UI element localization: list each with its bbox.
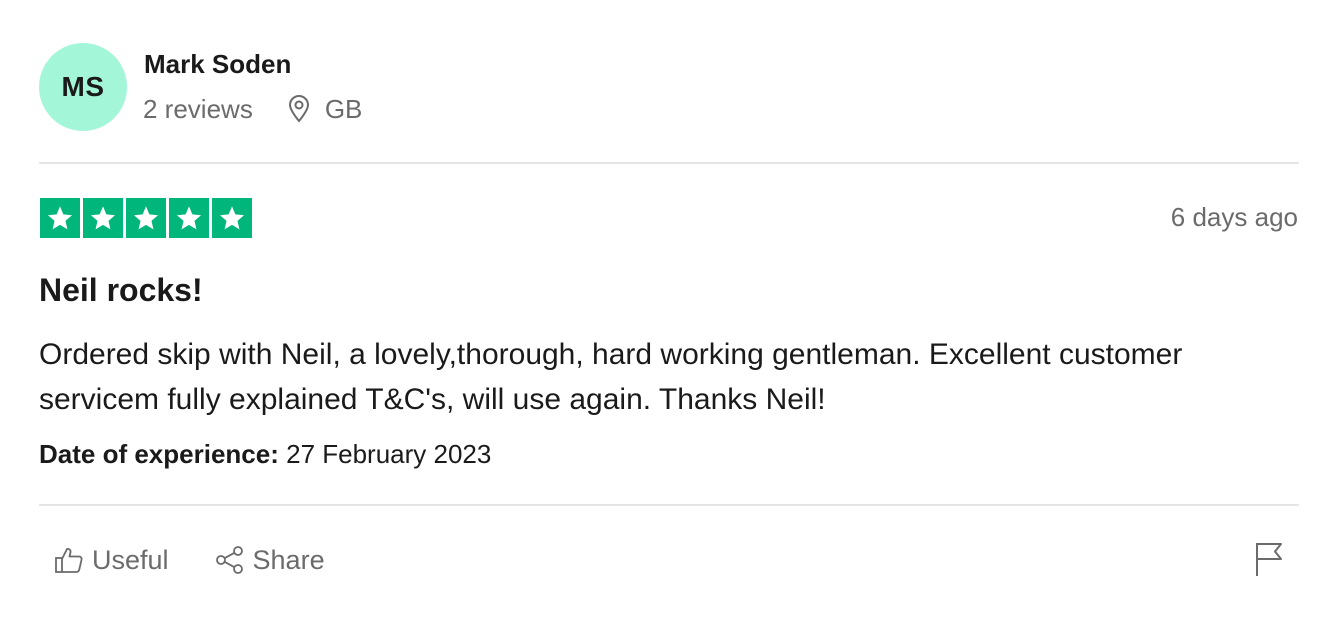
experience-label: Date of experience: — [39, 439, 279, 469]
star-icon — [83, 198, 123, 238]
review-card: MS Mark Soden 2 reviews GB 6 days ago Ne… — [39, 0, 1299, 620]
experience-date: 27 February 2023 — [286, 439, 492, 469]
location-text: GB — [324, 93, 363, 124]
date-of-experience: Date of experience: 27 February 2023 — [39, 439, 491, 470]
share-icon — [215, 546, 243, 574]
star-rating — [40, 198, 252, 238]
share-label: Share — [252, 544, 325, 575]
location-pin-icon — [288, 95, 309, 123]
reviewer-meta: 2 reviews GB — [143, 93, 362, 125]
review-body: Ordered skip with Neil, a lovely,thoroug… — [39, 338, 1183, 416]
reviews-count: 2 reviews — [143, 93, 253, 124]
star-icon — [169, 198, 209, 238]
thumbs-up-icon — [55, 548, 83, 573]
share-button[interactable]: Share — [215, 545, 325, 576]
footer-divider — [39, 504, 1299, 506]
avatar[interactable]: MS — [39, 43, 127, 131]
review-posted-date: 6 days ago — [1170, 202, 1298, 232]
review-actions: Useful Share — [54, 541, 325, 579]
useful-label: Useful — [92, 544, 169, 575]
star-icon — [40, 198, 80, 238]
useful-button[interactable]: Useful — [54, 545, 169, 576]
reviewer-header: MS Mark Soden 2 reviews GB — [39, 43, 1299, 131]
star-icon — [212, 198, 252, 238]
flag-icon[interactable] — [1254, 541, 1284, 577]
review-title[interactable]: Neil rocks! — [39, 272, 203, 309]
avatar-initials: MS — [61, 71, 105, 102]
reviewer-location: GB — [287, 93, 363, 125]
header-divider — [39, 162, 1299, 164]
reviewer-name[interactable]: Mark Soden — [144, 49, 291, 80]
star-icon — [126, 198, 166, 238]
